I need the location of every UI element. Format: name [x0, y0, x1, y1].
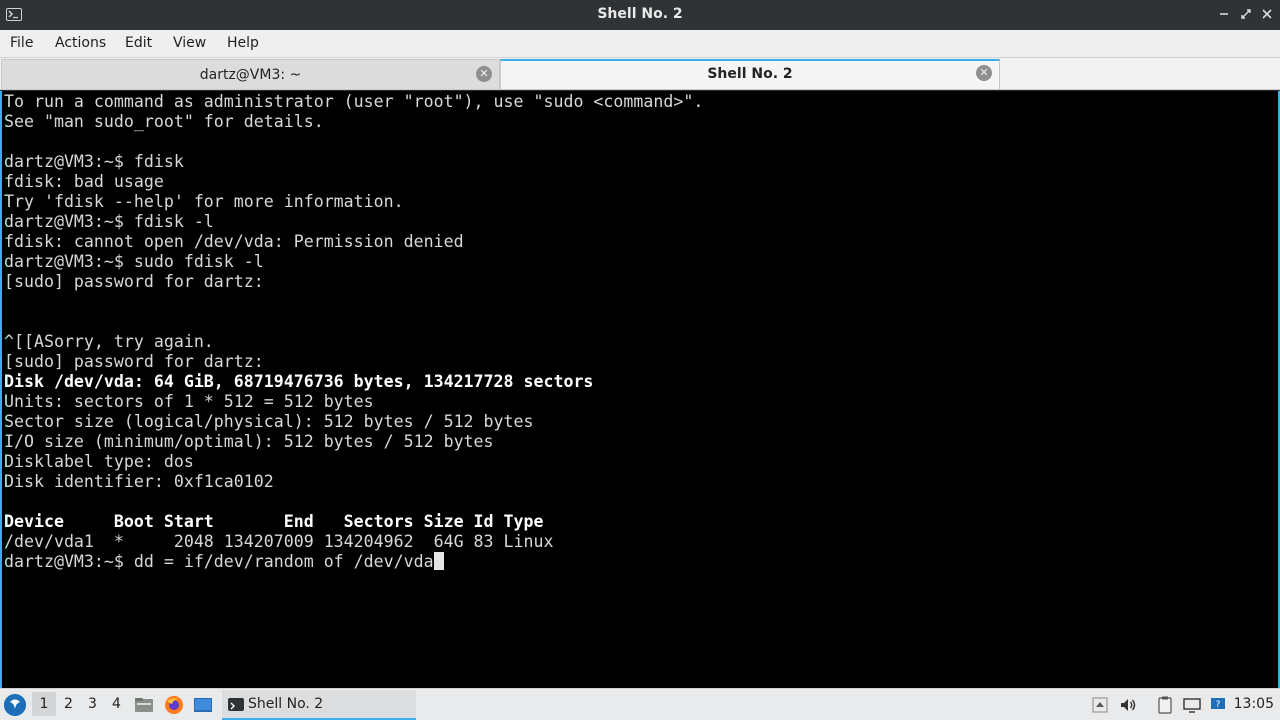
tray-arrow-icon[interactable]	[1090, 695, 1110, 715]
window-title: Shell No. 2	[597, 6, 683, 22]
terminal-line: I/O size (minimum/optimal): 512 bytes / …	[4, 432, 494, 451]
menu-view[interactable]: View	[173, 35, 206, 51]
tab-close-icon[interactable]: ✕	[476, 66, 492, 82]
prompt-command-text: dartz@VM3:~$ dd = if/dev/random of /dev/…	[4, 552, 434, 571]
terminal-line: [sudo] password for dartz:	[4, 272, 264, 291]
terminal-line: Sector size (logical/physical): 512 byte…	[4, 412, 534, 431]
volume-icon[interactable]	[1118, 695, 1138, 715]
maximize-icon[interactable]	[1238, 6, 1254, 22]
terminal-line: [sudo] password for dartz:	[4, 352, 264, 371]
terminal-line: Disklabel type: dos	[4, 452, 194, 471]
title-bar: Shell No. 2	[0, 0, 1280, 30]
close-icon[interactable]	[1259, 6, 1275, 22]
terminal-line: To run a command as administrator (user …	[4, 92, 704, 111]
terminal-line: /dev/vda1 * 2048 134207009 134204962 64G…	[4, 532, 554, 551]
terminal-cursor	[433, 552, 444, 570]
tab-bar: dartz@VM3: ~ ✕ Shell No. 2 ✕	[0, 58, 1280, 90]
start-menu-icon[interactable]	[4, 694, 26, 716]
menu-actions[interactable]: Actions	[55, 35, 106, 51]
menu-file[interactable]: File	[10, 35, 33, 51]
tab-label: Shell No. 2	[707, 66, 793, 82]
terminal-line: Disk identifier: 0xf1ca0102	[4, 472, 274, 491]
svg-text:?: ?	[1216, 700, 1221, 710]
terminal-line: Device Boot Start End Sectors Size Id Ty…	[4, 512, 544, 531]
menu-bar: File Actions Edit View Help	[0, 30, 1280, 58]
taskbar-task-shell[interactable]: Shell No. 2	[222, 690, 416, 720]
tab-label: dartz@VM3: ~	[199, 67, 302, 83]
workspace-1[interactable]: 1	[32, 692, 56, 716]
terminal-line: Disk /dev/vda: 64 GiB, 68719476736 bytes…	[4, 372, 594, 391]
terminal-line: Try 'fdisk --help' for more information.	[4, 192, 404, 211]
terminal-line: dartz@VM3:~$ sudo fdisk -l	[4, 252, 264, 271]
workspace-3[interactable]: 3	[88, 696, 97, 712]
menu-help[interactable]: Help	[227, 35, 259, 51]
firefox-icon[interactable]	[164, 695, 184, 715]
terminal-line: dartz@VM3:~$ fdisk -l	[4, 212, 214, 231]
clipboard-icon[interactable]	[1155, 695, 1175, 715]
clock: 13:05	[1233, 696, 1274, 712]
file-manager-icon[interactable]	[134, 695, 154, 715]
terminal-prompt-line[interactable]: dartz@VM3:~$ dd = if/dev/random of /dev/…	[4, 552, 703, 572]
terminal-output: To run a command as administrator (user …	[4, 92, 703, 572]
tab-dartz-home[interactable]: dartz@VM3: ~ ✕	[1, 59, 500, 89]
network-icon[interactable]: ?	[1208, 695, 1228, 715]
tab-close-icon[interactable]: ✕	[976, 65, 992, 81]
minimize-icon[interactable]	[1216, 6, 1232, 22]
terminal-line: dartz@VM3:~$ fdisk	[4, 152, 184, 171]
tab-shell-no-2[interactable]: Shell No. 2 ✕	[500, 59, 1000, 89]
terminal-task-icon	[228, 698, 244, 711]
menu-edit[interactable]: Edit	[125, 35, 152, 51]
terminal-line: fdisk: bad usage	[4, 172, 164, 191]
workspace-4[interactable]: 4	[112, 696, 121, 712]
terminal-line: Units: sectors of 1 * 512 = 512 bytes	[4, 392, 374, 411]
terminal-area[interactable]: To run a command as administrator (user …	[0, 91, 1280, 688]
desktop-icon[interactable]	[193, 695, 213, 715]
taskbar: 1 2 3 4 Shell No. 2 ? 13:05	[0, 688, 1280, 720]
display-icon[interactable]	[1182, 695, 1202, 715]
workspace-2[interactable]: 2	[64, 696, 73, 712]
terminal-line: ^[[ASorry, try again.	[4, 332, 214, 351]
terminal-line: fdisk: cannot open /dev/vda: Permission …	[4, 232, 464, 251]
terminal-line: See "man sudo_root" for details.	[4, 112, 324, 131]
task-label: Shell No. 2	[248, 696, 324, 712]
